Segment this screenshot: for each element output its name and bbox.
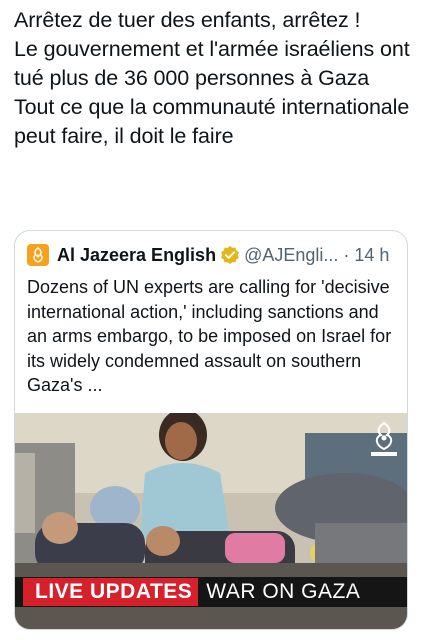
al-jazeera-logo-icon[interactable] bbox=[27, 244, 49, 266]
live-updates-label: LIVE UPDATES bbox=[23, 578, 199, 606]
quoted-tweet-header: Al Jazeera English @AJEngli... · 14 h bbox=[27, 243, 389, 267]
quoted-tweet-image[interactable]: LIVE UPDATES WAR ON GAZA bbox=[15, 413, 407, 629]
war-on-gaza-label: WAR ON GAZA bbox=[206, 580, 361, 603]
quoted-tweet-text: Dozens of UN experts are calling for 'de… bbox=[27, 277, 392, 395]
author-handle[interactable]: @AJEngli... bbox=[244, 245, 338, 266]
tweet-text: Arrêtez de tuer des enfants, arrêtez ! L… bbox=[14, 8, 410, 148]
al-jazeera-watermark-icon bbox=[371, 421, 397, 456]
author-name[interactable]: Al Jazeera English bbox=[57, 245, 216, 266]
quoted-tweet-card[interactable]: Al Jazeera English @AJEngli... · 14 h Do… bbox=[14, 230, 408, 630]
verified-badge-icon bbox=[221, 245, 239, 265]
header-separator: · bbox=[343, 244, 350, 265]
post-time[interactable]: 14 h bbox=[354, 245, 389, 266]
live-updates-banner: LIVE UPDATES WAR ON GAZA bbox=[15, 577, 407, 607]
